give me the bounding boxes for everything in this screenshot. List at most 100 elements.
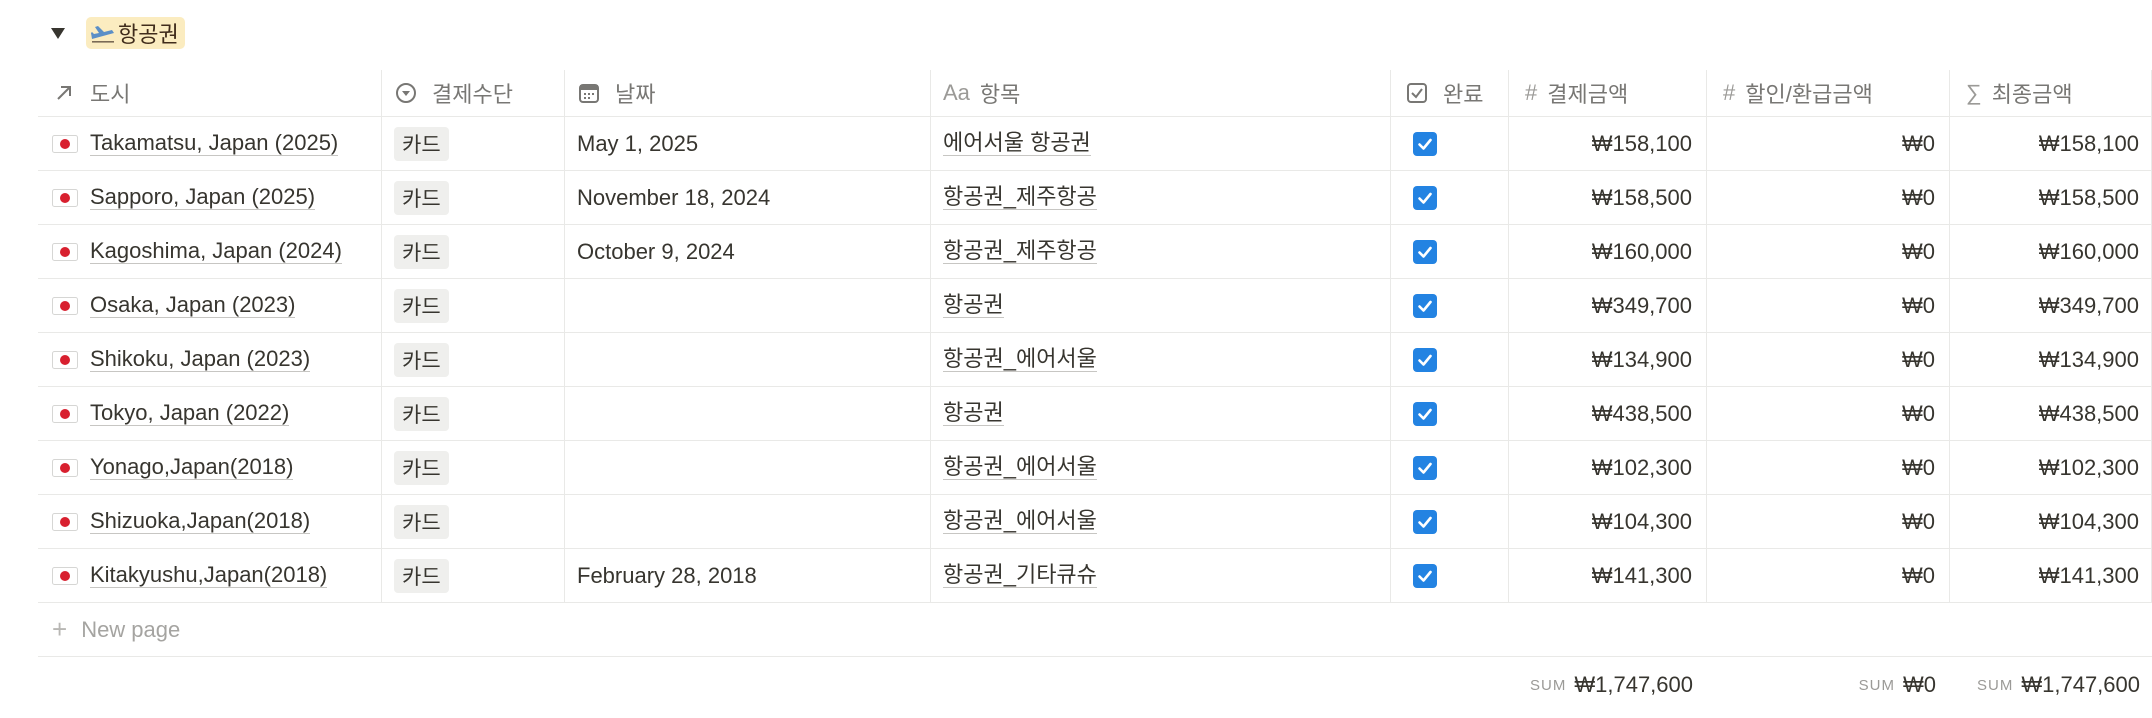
cell-city[interactable]: Takamatsu, Japan (2025)	[38, 117, 382, 170]
cell-final[interactable]: ₩349,700	[1950, 279, 2152, 332]
table-row[interactable]: Kagoshima, Japan (2024) 카드 October 9, 2024…	[38, 225, 2152, 279]
done-checkbox[interactable]	[1413, 293, 1437, 318]
cell-final[interactable]: ₩104,300	[1950, 495, 2152, 548]
new-page-button[interactable]: + New page	[38, 603, 2152, 657]
city-link[interactable]: Sapporo, Japan (2025)	[90, 185, 316, 210]
column-header-discount[interactable]: # 할인/환급금액	[1707, 70, 1950, 116]
cell-item[interactable]: 항공권_에어서울	[931, 441, 1391, 494]
cell-payment[interactable]: 카드	[382, 441, 565, 494]
cell-payment[interactable]: 카드	[382, 549, 565, 602]
table-row[interactable]: Takamatsu, Japan (2025) 카드 May 1, 2025 에어서울…	[38, 117, 2152, 171]
item-title[interactable]: 항공권_기타큐슈	[943, 563, 1097, 588]
cell-payment[interactable]: 카드	[382, 225, 565, 278]
cell-date[interactable]	[565, 387, 931, 440]
cell-date[interactable]	[565, 279, 931, 332]
table-row[interactable]: Shikoku, Japan (2023) 카드 항공권_에어서울 ₩134,900 ₩…	[38, 333, 2152, 387]
sum-amount[interactable]: SUM ₩1,747,600	[1509, 657, 1707, 713]
column-header-payment[interactable]: 결제수단	[382, 70, 565, 116]
table-row[interactable]: Yonago,Japan(2018) 카드 항공권_에어서울 ₩102,300 ₩0 ₩1…	[38, 441, 2152, 495]
item-title[interactable]: 항공권_제주항공	[943, 185, 1097, 210]
item-title[interactable]: 에어서울 항공권	[943, 131, 1091, 156]
cell-done[interactable]	[1391, 225, 1509, 278]
cell-item[interactable]: 에어서울 항공권	[931, 117, 1391, 170]
item-title[interactable]: 항공권_에어서울	[943, 455, 1097, 480]
table-row[interactable]: Shizuoka,Japan(2018) 카드 항공권_에어서울 ₩104,300 ₩0…	[38, 495, 2152, 549]
cell-amount[interactable]: ₩160,000	[1509, 225, 1707, 278]
done-checkbox[interactable]	[1413, 563, 1437, 588]
cell-item[interactable]: 항공권_제주항공	[931, 171, 1391, 224]
group-tag[interactable]: 항공권	[86, 17, 185, 49]
cell-amount[interactable]: ₩438,500	[1509, 387, 1707, 440]
cell-discount[interactable]: ₩0	[1707, 387, 1950, 440]
city-link[interactable]: Shikoku, Japan (2023)	[90, 347, 311, 372]
cell-final[interactable]: ₩141,300	[1950, 549, 2152, 602]
city-link[interactable]: Tokyo, Japan (2022)	[90, 401, 290, 426]
cell-done[interactable]	[1391, 549, 1509, 602]
cell-final[interactable]: ₩438,500	[1950, 387, 2152, 440]
cell-city[interactable]: Shikoku, Japan (2023)	[38, 333, 382, 386]
cell-discount[interactable]: ₩0	[1707, 171, 1950, 224]
column-header-city[interactable]: 도시	[38, 70, 382, 116]
cell-item[interactable]: 항공권_에어서울	[931, 333, 1391, 386]
cell-discount[interactable]: ₩0	[1707, 333, 1950, 386]
cell-amount[interactable]: ₩102,300	[1509, 441, 1707, 494]
cell-done[interactable]	[1391, 333, 1509, 386]
item-title[interactable]: 항공권_에어서울	[943, 509, 1097, 534]
done-checkbox[interactable]	[1413, 347, 1437, 372]
group-toggle-button[interactable]	[46, 21, 70, 45]
cell-amount[interactable]: ₩134,900	[1509, 333, 1707, 386]
city-link[interactable]: Kagoshima, Japan (2024)	[90, 239, 342, 264]
done-checkbox[interactable]	[1413, 401, 1437, 426]
cell-done[interactable]	[1391, 171, 1509, 224]
cell-date[interactable]: November 18, 2024	[565, 171, 931, 224]
column-header-amount[interactable]: # 결제금액	[1509, 70, 1707, 116]
cell-amount[interactable]: ₩104,300	[1509, 495, 1707, 548]
cell-payment[interactable]: 카드	[382, 171, 565, 224]
city-link[interactable]: Kitakyushu,Japan(2018)	[90, 563, 328, 588]
table-row[interactable]: Kitakyushu,Japan(2018) 카드 February 28, 201…	[38, 549, 2152, 603]
city-link[interactable]: Yonago,Japan(2018)	[90, 455, 294, 480]
cell-item[interactable]: 항공권_제주항공	[931, 225, 1391, 278]
cell-payment[interactable]: 카드	[382, 279, 565, 332]
cell-date[interactable]	[565, 441, 931, 494]
item-title[interactable]: 항공권	[943, 293, 1004, 318]
cell-done[interactable]	[1391, 117, 1509, 170]
table-row[interactable]: Tokyo, Japan (2022) 카드 항공권 ₩438,500 ₩0 ₩438,5…	[38, 387, 2152, 441]
cell-city[interactable]: Sapporo, Japan (2025)	[38, 171, 382, 224]
cell-city[interactable]: Tokyo, Japan (2022)	[38, 387, 382, 440]
cell-discount[interactable]: ₩0	[1707, 279, 1950, 332]
cell-payment[interactable]: 카드	[382, 495, 565, 548]
done-checkbox[interactable]	[1413, 185, 1437, 210]
city-link[interactable]: Shizuoka,Japan(2018)	[90, 509, 311, 534]
cell-final[interactable]: ₩134,900	[1950, 333, 2152, 386]
cell-city[interactable]: Kitakyushu,Japan(2018)	[38, 549, 382, 602]
cell-city[interactable]: Shizuoka,Japan(2018)	[38, 495, 382, 548]
cell-final[interactable]: ₩158,500	[1950, 171, 2152, 224]
cell-discount[interactable]: ₩0	[1707, 549, 1950, 602]
cell-discount[interactable]: ₩0	[1707, 225, 1950, 278]
cell-city[interactable]: Osaka, Japan (2023)	[38, 279, 382, 332]
cell-done[interactable]	[1391, 387, 1509, 440]
cell-final[interactable]: ₩160,000	[1950, 225, 2152, 278]
cell-item[interactable]: 항공권	[931, 387, 1391, 440]
cell-amount[interactable]: ₩141,300	[1509, 549, 1707, 602]
cell-payment[interactable]: 카드	[382, 333, 565, 386]
city-link[interactable]: Takamatsu, Japan (2025)	[90, 131, 339, 156]
cell-item[interactable]: 항공권_기타큐슈	[931, 549, 1391, 602]
cell-done[interactable]	[1391, 441, 1509, 494]
cell-final[interactable]: ₩102,300	[1950, 441, 2152, 494]
column-header-done[interactable]: 완료	[1391, 70, 1509, 116]
cell-amount[interactable]: ₩158,500	[1509, 171, 1707, 224]
cell-date[interactable]: May 1, 2025	[565, 117, 931, 170]
table-row[interactable]: Osaka, Japan (2023) 카드 항공권 ₩349,700 ₩0 ₩349,7…	[38, 279, 2152, 333]
sum-discount[interactable]: SUM ₩0	[1707, 657, 1950, 713]
column-header-final[interactable]: ∑ 최종금액	[1950, 70, 2152, 116]
cell-done[interactable]	[1391, 495, 1509, 548]
item-title[interactable]: 항공권_제주항공	[943, 239, 1097, 264]
cell-date[interactable]: October 9, 2024	[565, 225, 931, 278]
done-checkbox[interactable]	[1413, 239, 1437, 264]
cell-payment[interactable]: 카드	[382, 117, 565, 170]
done-checkbox[interactable]	[1413, 455, 1437, 480]
table-row[interactable]: Sapporo, Japan (2025) 카드 November 18, 2024…	[38, 171, 2152, 225]
cell-city[interactable]: Kagoshima, Japan (2024)	[38, 225, 382, 278]
